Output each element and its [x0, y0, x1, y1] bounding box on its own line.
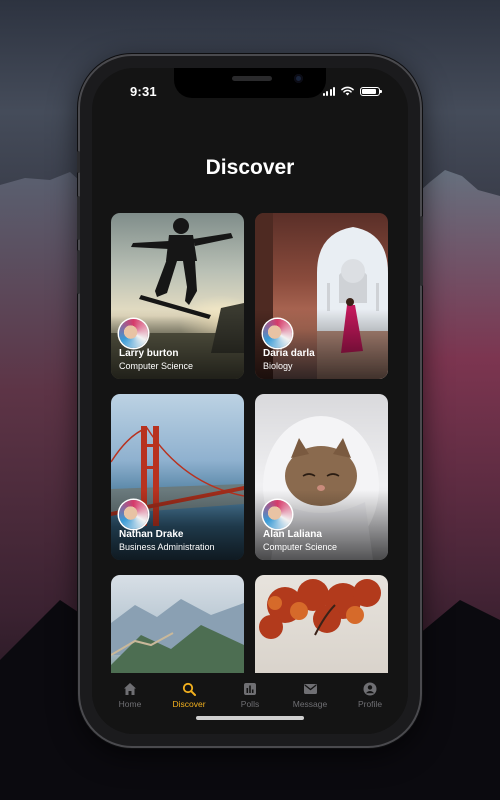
card-subtitle: Computer Science: [263, 542, 338, 552]
app-screen: 9:31 Discover Larry burton Computer Scie…: [92, 68, 408, 734]
speaker-grille: [232, 76, 272, 81]
tab-bar: Home Discover Polls Message Profile: [92, 674, 408, 734]
profile-card[interactable]: Daria darla Biology: [255, 213, 388, 379]
avatar[interactable]: [263, 500, 292, 529]
card-subtitle: Computer Science: [119, 361, 194, 371]
tab-label: Home: [118, 699, 142, 709]
avatar[interactable]: [119, 319, 148, 348]
power-button: [420, 216, 423, 286]
tab-message[interactable]: Message: [280, 682, 340, 709]
home-indicator[interactable]: [196, 716, 304, 720]
home-icon: [124, 683, 136, 695]
tab-profile[interactable]: Profile: [340, 682, 400, 709]
profile-card[interactable]: [111, 575, 244, 673]
phone-frame: 9:31 Discover Larry burton Computer Scie…: [77, 56, 423, 746]
card-name: Alan Laliana: [263, 529, 322, 540]
tab-polls[interactable]: Polls: [220, 682, 280, 709]
tab-discover[interactable]: Discover: [159, 682, 219, 709]
card-subtitle: Biology: [263, 361, 293, 371]
front-camera: [294, 74, 303, 83]
tab-label: Message: [292, 699, 328, 709]
card-name: Nathan Drake: [119, 529, 184, 540]
mail-icon: [303, 684, 317, 694]
wifi-icon: [341, 86, 354, 96]
status-icons: [322, 86, 382, 96]
card-photo-autumn-tree: [259, 579, 381, 639]
avatar[interactable]: [263, 319, 292, 348]
card-name: Daria darla: [263, 348, 315, 359]
page-title: Discover: [205, 156, 295, 179]
profile-card[interactable]: Alan Laliana Computer Science: [255, 394, 388, 560]
volume-down-button: [77, 250, 80, 294]
battery-icon: [360, 86, 382, 96]
discover-grid: Larry burton Computer Science Daria darl…: [111, 213, 391, 673]
card-subtitle: Business Administration: [119, 542, 215, 552]
bar-chart-icon: [244, 683, 256, 695]
silent-switch: [77, 151, 80, 173]
profile-card[interactable]: Larry burton Computer Science: [111, 213, 244, 379]
profile-card[interactable]: [255, 575, 388, 673]
signal-icon: [322, 86, 335, 96]
tab-label: Profile: [357, 699, 383, 709]
card-photo-great-wall: [111, 599, 244, 673]
tab-home[interactable]: Home: [100, 682, 160, 709]
notch: [174, 68, 326, 98]
card-name: Larry burton: [119, 348, 179, 359]
avatar[interactable]: [119, 500, 148, 529]
status-time: 9:31: [130, 84, 157, 99]
profile-card[interactable]: Nathan Drake Business Administration: [111, 394, 244, 560]
volume-up-button: [77, 196, 80, 240]
user-circle-icon: [363, 682, 377, 696]
tab-label: Discover: [172, 699, 206, 709]
search-icon: [182, 682, 196, 696]
tab-label: Polls: [240, 699, 260, 709]
